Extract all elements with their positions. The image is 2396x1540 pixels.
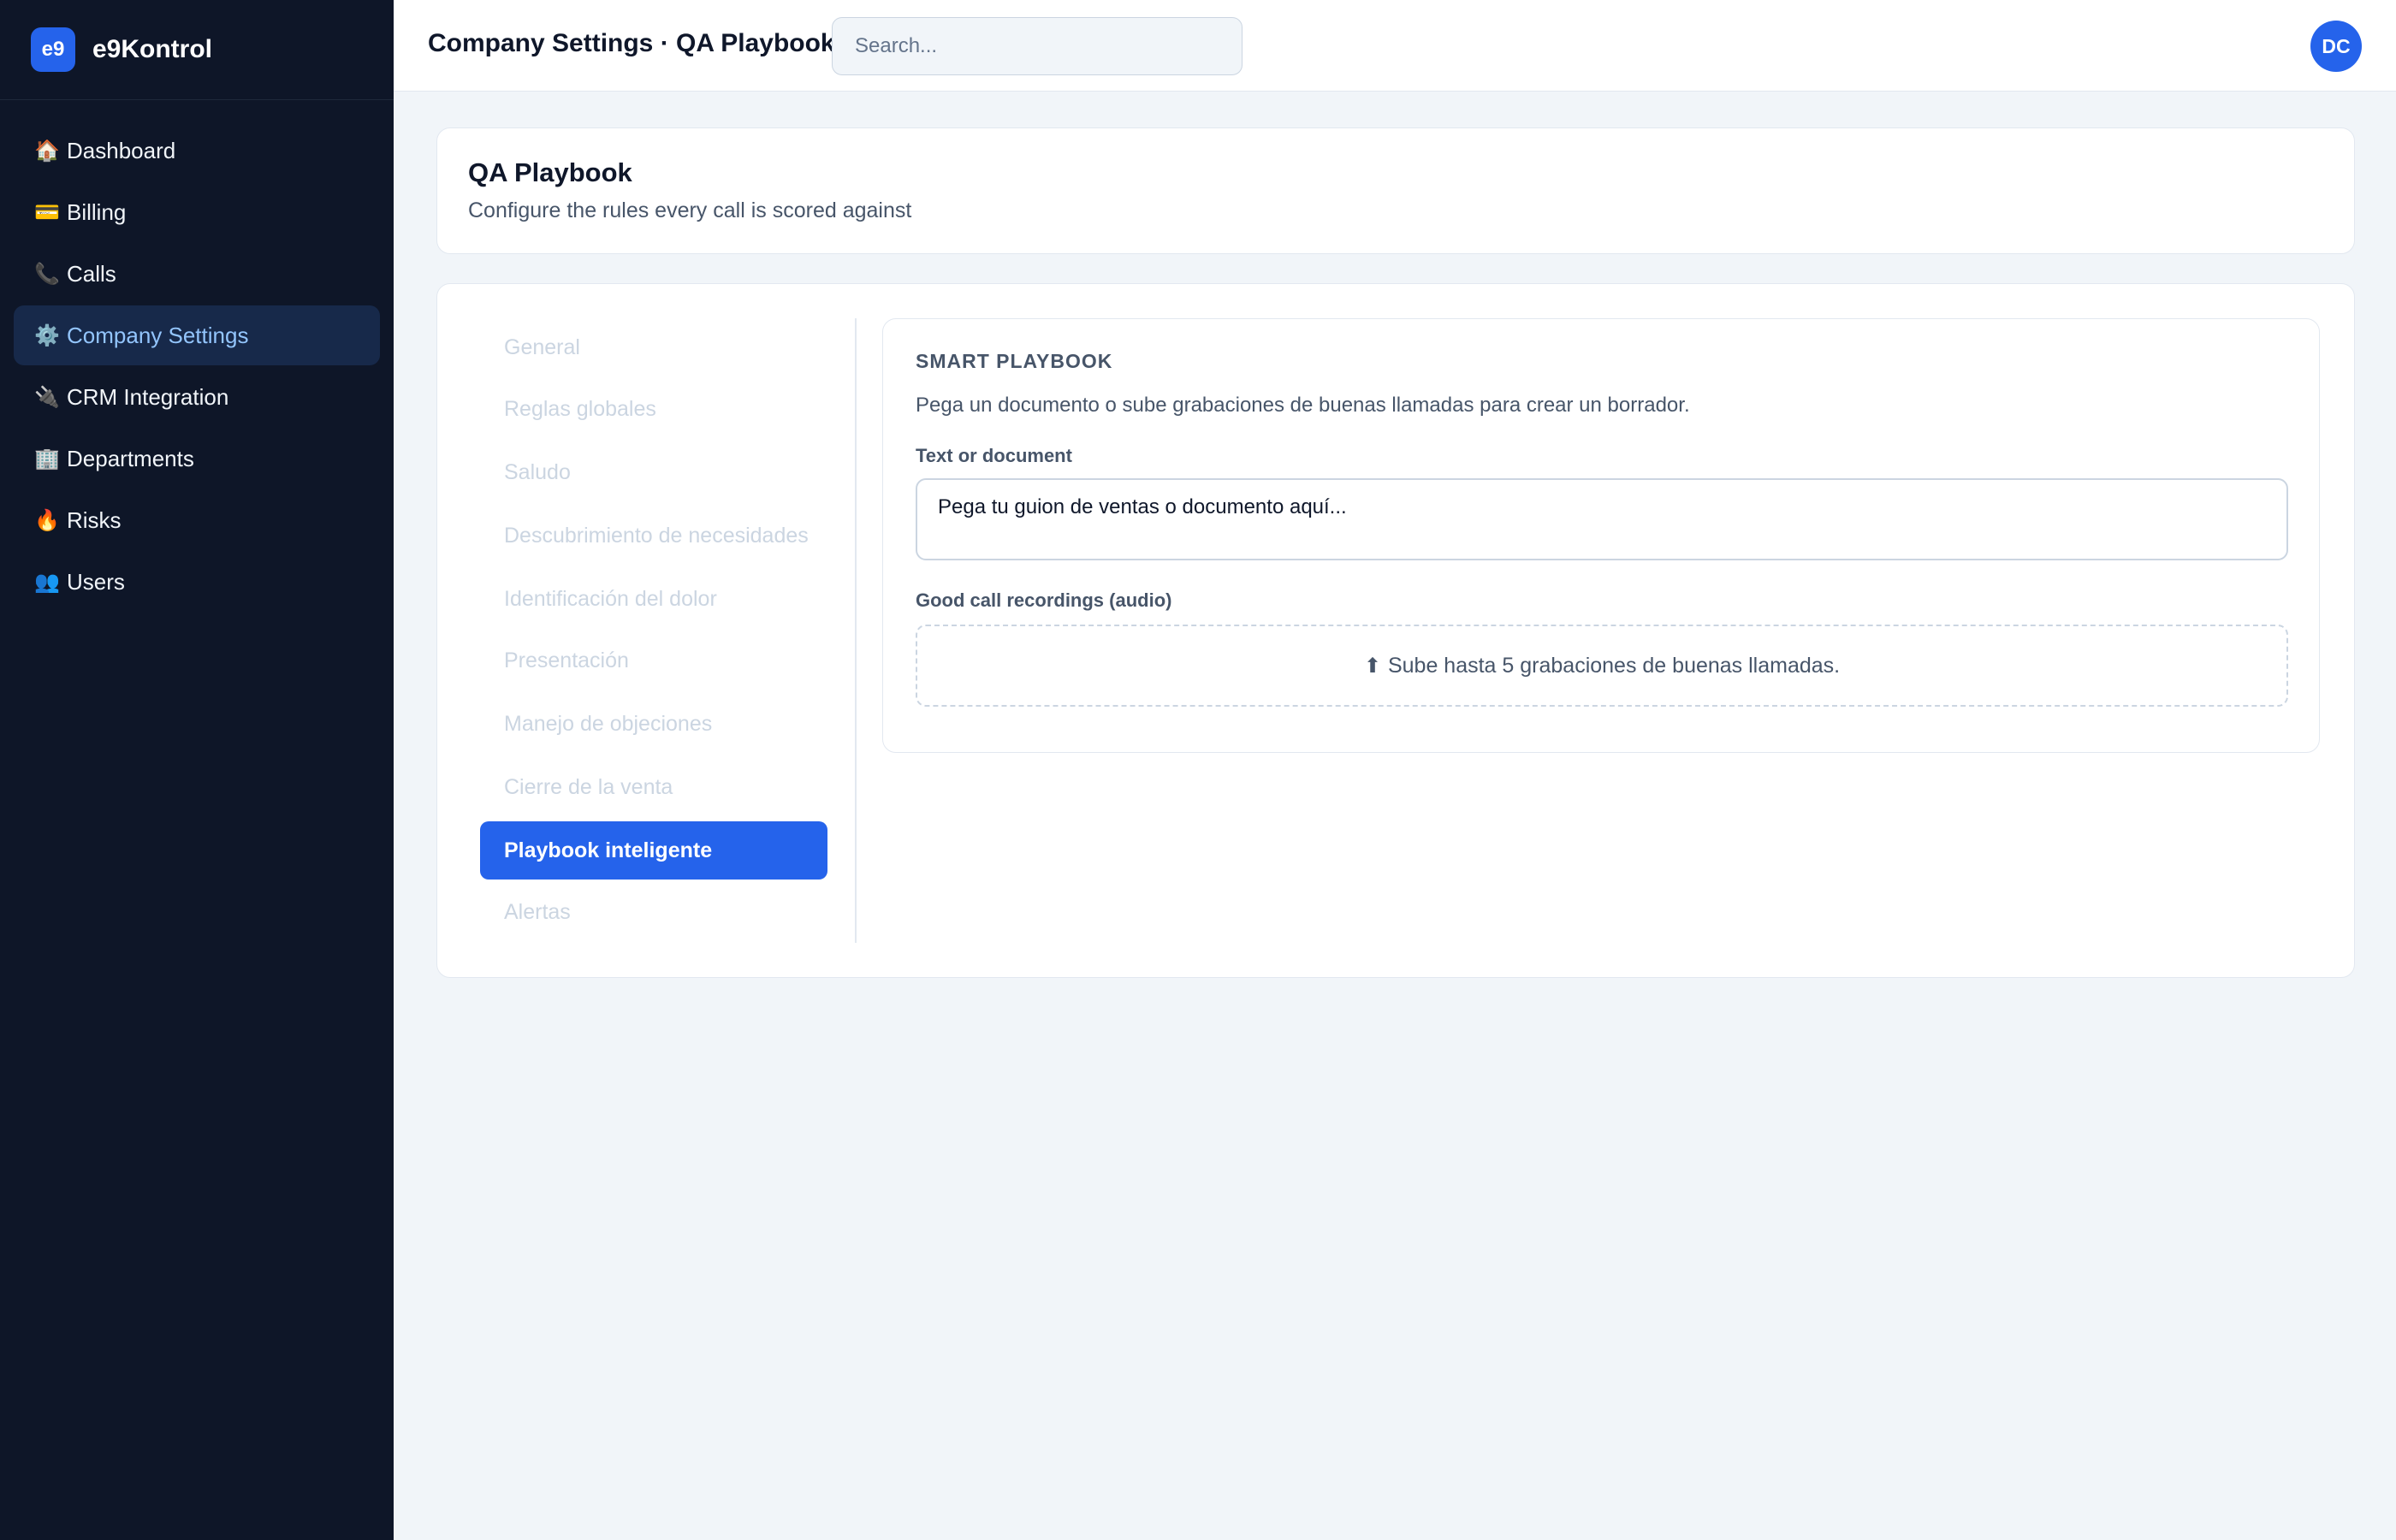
sidebar-item-calls[interactable]: 📞 Calls [14,244,380,304]
page-title: Company Settings · QA Playbook [428,29,835,57]
sidebar-item-risks[interactable]: 🔥 Risks [14,490,380,550]
subnav-item-presentacion[interactable]: Presentación [480,631,827,690]
sidebar-item-label: Users [67,568,125,595]
subnav-item-cierre-venta[interactable]: Cierre de la venta [480,758,827,816]
subnav-item-alertas[interactable]: Alertas [480,883,827,941]
brand-logo[interactable]: e9 [31,27,75,72]
subnav-item-descubrimiento[interactable]: Descubrimiento de necesidades [480,506,827,565]
panel-description: Pega un documento o sube grabaciones de … [916,394,1690,417]
subnav-item-general[interactable]: General [480,318,827,376]
house-icon: 🏠 [34,139,60,163]
subnav-item-reglas-globales[interactable]: Reglas globales [480,380,827,438]
sidebar-item-crm-integration[interactable]: 🔌 CRM Integration [14,367,380,427]
avatar[interactable]: DC [2310,21,2362,72]
sidebar-item-departments[interactable]: 🏢 Departments [14,429,380,489]
sidebar-item-billing[interactable]: 💳 Billing [14,182,380,242]
section-title: QA Playbook [468,157,632,187]
brand-name: e9Kontrol [92,35,213,63]
panel-title: SMART PLAYBOOK [916,350,1113,372]
sidebar-item-label: Risks [67,506,122,533]
text-document-label: Text or document [916,445,1072,466]
brand: e9 e9Kontrol [0,0,394,100]
sidebar-nav: 🏠 Dashboard 💳 Billing 📞 Calls ⚙️ Company… [0,100,394,612]
sidebar: e9 e9Kontrol 🏠 Dashboard 💳 Billing 📞 Cal… [0,0,394,1540]
subnav-item-playbook-inteligente[interactable]: Playbook inteligente [480,821,827,880]
search-input[interactable] [832,17,1242,75]
top-bar: Company Settings · QA Playbook DC [394,0,2396,92]
sidebar-item-label: CRM Integration [67,383,229,410]
settings-card: General Reglas globales Saludo Descubrim… [436,283,2355,978]
playbook-subnav: General Reglas globales Saludo Descubrim… [471,318,857,943]
subnav-item-manejo-objeciones[interactable]: Manejo de objeciones [480,695,827,753]
sidebar-item-label: Dashboard [67,137,176,163]
section-subtitle: Configure the rules every call is scored… [468,198,912,222]
sidebar-item-label: Billing [67,198,127,225]
sidebar-item-users[interactable]: 👥 Users [14,552,380,612]
credit-card-icon: 💳 [34,200,60,224]
office-building-icon: 🏢 [34,447,60,471]
sidebar-item-dashboard[interactable]: 🏠 Dashboard [14,121,380,181]
sidebar-item-label: Calls [67,260,116,287]
users-icon: 👥 [34,570,60,594]
document-textarea[interactable] [916,478,2288,560]
phone-icon: 📞 [34,262,60,286]
subnav-item-saludo[interactable]: Saludo [480,443,827,501]
sidebar-item-label: Company Settings [67,322,249,348]
plug-icon: 🔌 [34,385,60,409]
upload-icon: ⬆ [1363,654,1381,678]
sidebar-item-company-settings[interactable]: ⚙️ Company Settings [14,305,380,365]
header-card: QA Playbook Configure the rules every ca… [436,127,2355,254]
recordings-dropzone[interactable]: ⬆ Sube hasta 5 grabaciones de buenas lla… [916,625,2288,707]
subnav-item-identificacion-dolor[interactable]: Identificación del dolor [480,570,827,628]
fire-icon: 🔥 [34,508,60,532]
smart-playbook-panel: SMART PLAYBOOK Pega un documento o sube … [882,318,2320,753]
dropzone-text: Sube hasta 5 grabaciones de buenas llama… [1387,653,1841,678]
sidebar-item-label: Departments [67,445,194,471]
gear-icon: ⚙️ [34,323,60,347]
recordings-label: Good call recordings (audio) [916,589,1172,611]
